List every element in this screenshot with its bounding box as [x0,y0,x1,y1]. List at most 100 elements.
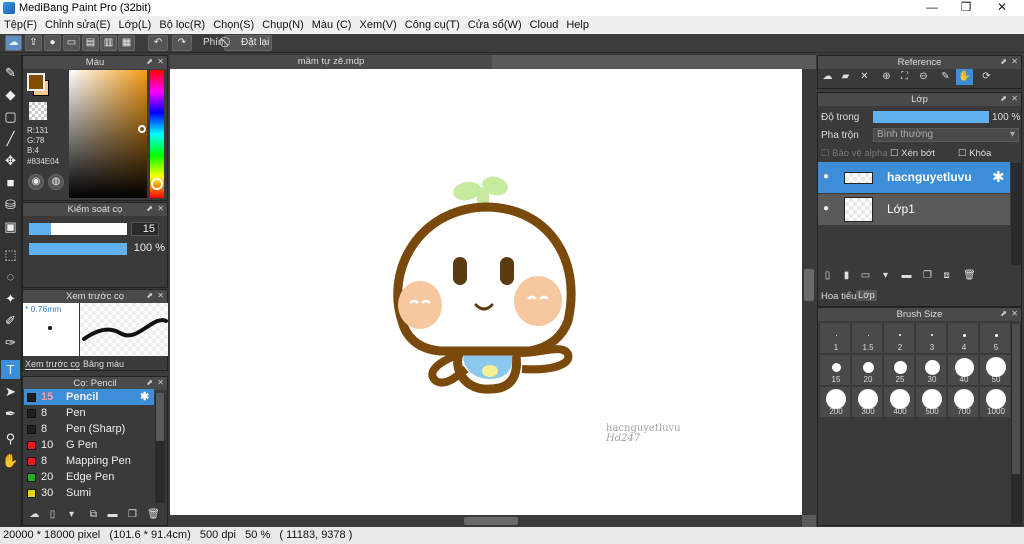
panel-close-icon[interactable]: ✕ [157,203,164,215]
canvas-horizontal-scrollbar[interactable] [170,515,802,527]
layer-list-scrollbar[interactable] [1011,163,1021,265]
tab-brush-preview[interactable]: Xem trước cọ [25,359,80,370]
brush-size-option[interactable]: 1.5 [851,322,883,354]
layer-folder-icon[interactable]: ▬ [898,268,915,284]
select-pen-tool-icon[interactable]: ✐ [1,311,20,330]
bucket-tool-icon[interactable]: ⛁ [1,195,20,214]
blend-mode-select[interactable]: Bình thường ▾ [873,128,1019,142]
tab-materials[interactable]: Hoa tiểu [821,291,856,302]
brush-size-scroll-thumb[interactable] [1012,324,1020,474]
new-brush-icon[interactable]: ▯ [44,507,61,523]
fill-rect-tool-icon[interactable]: ■ [1,173,20,192]
rotate-icon[interactable]: ⟳ [978,69,995,85]
panel-float-icon[interactable]: ⬈ [146,377,153,389]
menu-edit[interactable]: Chỉnh sửa(E) [41,19,114,31]
panel-float-icon[interactable]: ⬈ [146,290,153,302]
color-picker-cursor[interactable] [138,125,146,133]
brush-size-option[interactable]: 200 [819,386,851,418]
canvas-horizontal-scroll-thumb[interactable] [464,517,518,525]
panel-close-icon[interactable]: ✕ [1011,93,1018,105]
grid-icon[interactable]: ▦ [118,35,135,51]
brush-size-option[interactable]: 1 [819,322,851,354]
move-tool-icon[interactable]: ✥ [1,151,20,170]
fit-view-icon[interactable]: ⛶ [896,69,913,85]
brush-size-value[interactable]: 15 [131,222,159,236]
menu-window[interactable]: Cửa sổ(W) [464,19,526,31]
comment-icon[interactable]: ● [44,35,61,51]
brush-size-option[interactable]: 3 [915,322,947,354]
transparent-swatch[interactable] [29,102,47,120]
upload-icon[interactable]: ⇪ [25,35,42,51]
brush-size-option[interactable]: 25 [883,354,915,386]
hue-slider-handle[interactable] [151,178,163,190]
drawing-canvas[interactable]: hacnguyetluvu Hd247 [170,69,802,515]
brush-list-scroll-thumb[interactable] [156,393,164,441]
brush-item-pen-sharp[interactable]: 8 Pen (Sharp) [24,421,154,437]
select-eraser-tool-icon[interactable]: ✑ [1,333,20,352]
lock-checkbox[interactable]: ☐ Khóa [958,148,991,159]
tab-color-palette[interactable]: Bảng màu [83,359,124,369]
cloud-reference-icon[interactable]: ☁ [819,69,836,85]
brush-item-sumi[interactable]: 30 Sumi [24,485,154,501]
panel-close-icon[interactable]: ✕ [1011,308,1018,320]
close-button[interactable]: ✕ [984,0,1020,16]
brush-size-scrollbar[interactable] [1011,324,1021,524]
menu-color[interactable]: Màu (C) [308,19,356,31]
palette-icon[interactable]: ◉ [28,174,44,190]
document-icon[interactable]: ▤ [82,35,99,51]
brush-size-option[interactable]: 700 [947,386,979,418]
layer-opacity-slider[interactable] [873,111,989,123]
menu-help[interactable]: Help [562,19,593,31]
saturation-value-picker[interactable] [69,70,147,198]
maximize-button[interactable]: ❐ [948,0,984,16]
brush-item-edge-pen[interactable]: 20 Edge Pen [24,469,154,485]
brush-size-option[interactable]: 5 [979,322,1011,354]
tab-layers[interactable]: Lớp [856,290,877,301]
panel-close-icon[interactable]: ✕ [1011,56,1018,68]
rect-select-tool-icon[interactable]: ⬚ [1,245,20,264]
menu-layer[interactable]: Lớp(L) [114,19,155,31]
blur-tool-icon[interactable]: ✒ [1,404,20,423]
duplicate-layer-icon[interactable]: ❐ [919,268,936,284]
brush-size-option[interactable]: 1000 [979,386,1011,418]
panel-close-icon[interactable]: ✕ [157,290,164,302]
redo-icon[interactable]: ↷ [172,35,192,51]
copy-icon[interactable]: ❐ [124,507,141,523]
duplicate-brush-icon[interactable]: ⧉ [85,507,102,523]
panel-close-icon[interactable]: ✕ [157,56,164,68]
brush-item-g-pen[interactable]: 10 G Pen [24,437,154,453]
brush-size-option[interactable]: 15 [819,354,851,386]
magic-wand-tool-icon[interactable]: ✦ [1,289,20,308]
menu-tools[interactable]: Công cụ(T) [401,19,464,31]
trash-icon[interactable]: 🗑 [145,507,162,523]
add-layer-dropdown-icon[interactable]: ▾ [877,268,894,284]
primary-color-swatch[interactable] [27,73,45,91]
hand-icon[interactable]: ✋ [956,69,973,85]
canvas-vertical-scrollbar[interactable] [802,69,816,515]
delete-layer-icon[interactable]: 🗑 [961,268,978,284]
brush-item-pen[interactable]: 8 Pen [24,405,154,421]
undo-icon[interactable]: ↶ [148,35,168,51]
cloud-brush-icon[interactable]: ☁ [26,507,43,523]
brush-size-option[interactable]: 30 [915,354,947,386]
visibility-dot-icon[interactable]: ● [823,203,829,214]
panel-close-icon[interactable]: ✕ [157,377,164,389]
text-tool-icon[interactable]: T [1,360,20,379]
gear-icon[interactable]: ✱ [992,168,1005,186]
gradient-tool-icon[interactable]: ▣ [1,217,20,236]
menu-file[interactable]: Tệp(F) [0,19,41,31]
visibility-dot-icon[interactable]: ● [823,171,829,182]
merge-layer-icon[interactable]: ⧈ [938,268,955,284]
layer-item-lop1[interactable]: ● Lớp1 [818,194,1010,225]
palette-settings-icon[interactable]: ◍ [48,174,64,190]
operation-tool-icon[interactable]: ➤ [1,382,20,401]
shape-tool-icon[interactable]: ▢ [1,107,20,126]
open-folder-icon[interactable]: ▰ [837,69,854,85]
lasso-tool-icon[interactable]: ◌ [1,267,20,286]
close-reference-icon[interactable]: ✕ [856,69,873,85]
document-tab[interactable]: mầm tự zẽ.mdp [170,55,492,69]
zoom-in-icon[interactable]: ⊕ [878,69,895,85]
layer-item-hacnguyetluvu[interactable]: ● hacnguyetluvu ✱ [818,162,1010,193]
reset-button[interactable]: ⃠ Đặt lại [224,35,272,51]
canvas-vertical-scroll-thumb[interactable] [804,269,814,301]
